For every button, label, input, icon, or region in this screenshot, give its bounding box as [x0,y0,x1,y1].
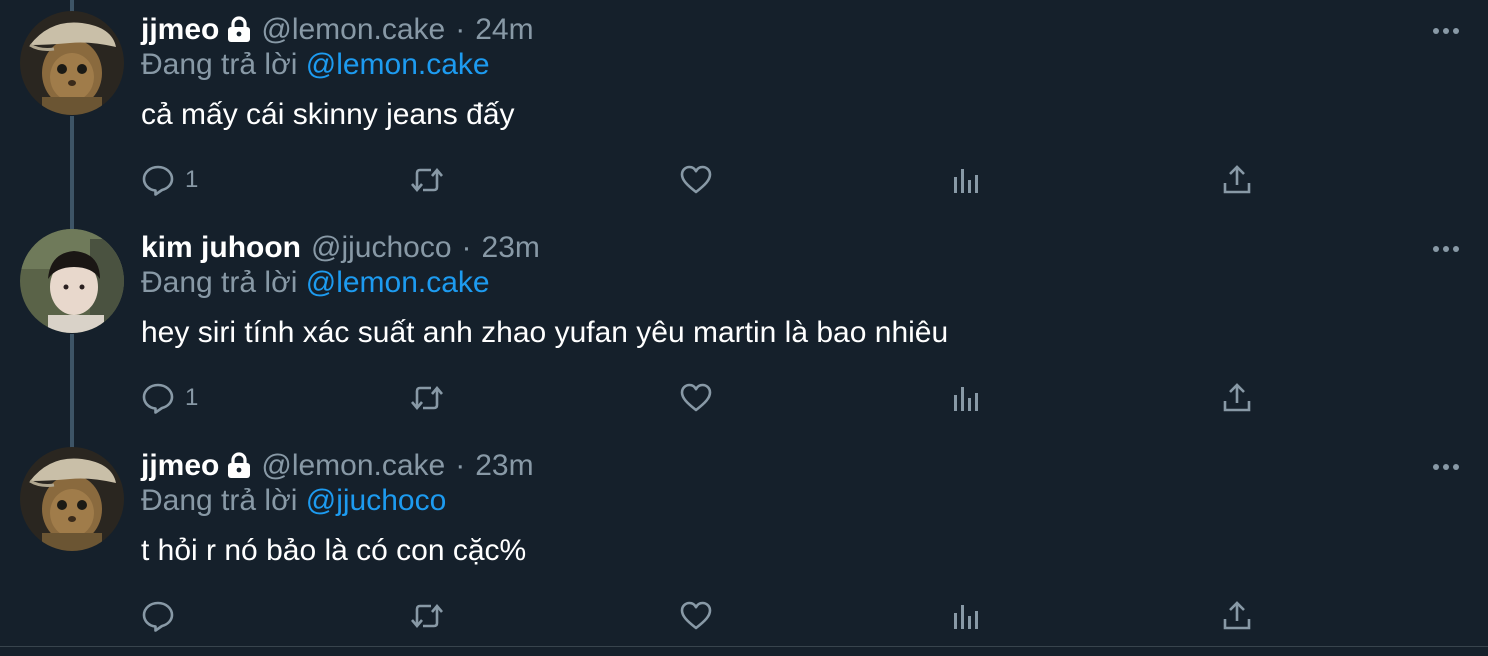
reply-button[interactable] [141,596,185,636]
display-name[interactable]: kim juhoon [141,231,301,265]
like-button[interactable] [679,160,713,200]
replying-to-label: Đang trả lời [141,484,298,517]
share-button[interactable] [1221,160,1253,200]
reply-icon [142,383,174,414]
timestamp[interactable]: 23m [482,231,540,265]
reply-count: 1 [185,384,199,411]
replying-to: Đang trả lời @lemon.cake [141,266,490,300]
share-button[interactable] [1221,378,1253,418]
cat-avatar-icon [20,447,124,551]
heart-icon [680,165,712,194]
analytics-icon [954,169,978,193]
tweet-header: jjmeo @lemon.cake · 24m [141,10,534,50]
retweet-button[interactable] [409,378,445,418]
timestamp[interactable]: 23m [475,449,533,483]
more-options-icon[interactable] [1432,460,1460,472]
display-name[interactable]: jjmeo [141,13,219,47]
share-icon [1223,601,1251,630]
heart-icon [680,383,712,412]
person-avatar-icon [20,229,124,333]
retweet-button[interactable] [409,160,445,200]
reply-button[interactable]: 1 [141,160,198,200]
user-handle[interactable]: @lemon.cake [261,13,445,47]
user-handle[interactable]: @jjuchoco [311,231,452,265]
separator-dot: · [455,13,466,46]
lock-icon [225,15,253,45]
tweet-thread: jjmeo @lemon.cake · 24m Đang trả lời @le… [0,0,1488,656]
reply-mention-link[interactable]: @lemon.cake [306,266,490,299]
tweet-text: t hỏi r nó bảo là có con cặc% [141,534,527,567]
analytics-icon [954,605,978,629]
analytics-button[interactable] [951,596,981,636]
replying-to-label: Đang trả lời [141,48,298,81]
retweet-button[interactable] [409,596,445,636]
avatar[interactable] [20,447,124,551]
tweet-header: jjmeo @lemon.cake · 23m [141,446,534,486]
share-button[interactable] [1221,596,1253,636]
retweet-icon [411,603,443,629]
heart-icon [680,601,712,630]
replying-to: Đang trả lời @jjuchoco [141,484,446,518]
lock-icon [225,451,253,481]
reply-count: 1 [185,166,199,193]
avatar[interactable] [20,11,124,115]
separator-dot: · [461,231,472,264]
reply-icon [142,165,174,196]
reply-button[interactable]: 1 [141,378,198,418]
reply-icon [142,601,174,632]
timestamp[interactable]: 24m [475,13,533,47]
tweet[interactable]: jjmeo @lemon.cake · 24m Đang trả lời @le… [0,0,1488,218]
retweet-icon [411,167,443,193]
avatar[interactable] [20,229,124,333]
tweet-text: hey siri tính xác suất anh zhao yufan yê… [141,316,949,349]
analytics-icon [954,387,978,411]
divider [0,646,1488,647]
like-button[interactable] [679,596,713,636]
retweet-icon [411,385,443,411]
more-options-icon[interactable] [1432,24,1460,36]
reply-mention-link[interactable]: @jjuchoco [306,484,447,517]
cat-avatar-icon [20,11,124,115]
display-name[interactable]: jjmeo [141,449,219,483]
separator-dot: · [455,449,466,482]
user-handle[interactable]: @lemon.cake [261,449,445,483]
tweet-text: cả mấy cái skinny jeans đấy [141,98,515,131]
replying-to-label: Đang trả lời [141,266,298,299]
reply-mention-link[interactable]: @lemon.cake [306,48,490,81]
replying-to: Đang trả lời @lemon.cake [141,48,490,82]
share-icon [1223,383,1251,412]
tweet[interactable]: jjmeo @lemon.cake · 23m Đang trả lời @jj… [0,436,1488,654]
share-icon [1223,165,1251,194]
tweet[interactable]: kim juhoon @jjuchoco · 23m Đang trả lời … [0,218,1488,436]
more-options-icon[interactable] [1432,242,1460,254]
analytics-button[interactable] [951,378,981,418]
tweet-header: kim juhoon @jjuchoco · 23m [141,228,540,268]
analytics-button[interactable] [951,160,981,200]
like-button[interactable] [679,378,713,418]
